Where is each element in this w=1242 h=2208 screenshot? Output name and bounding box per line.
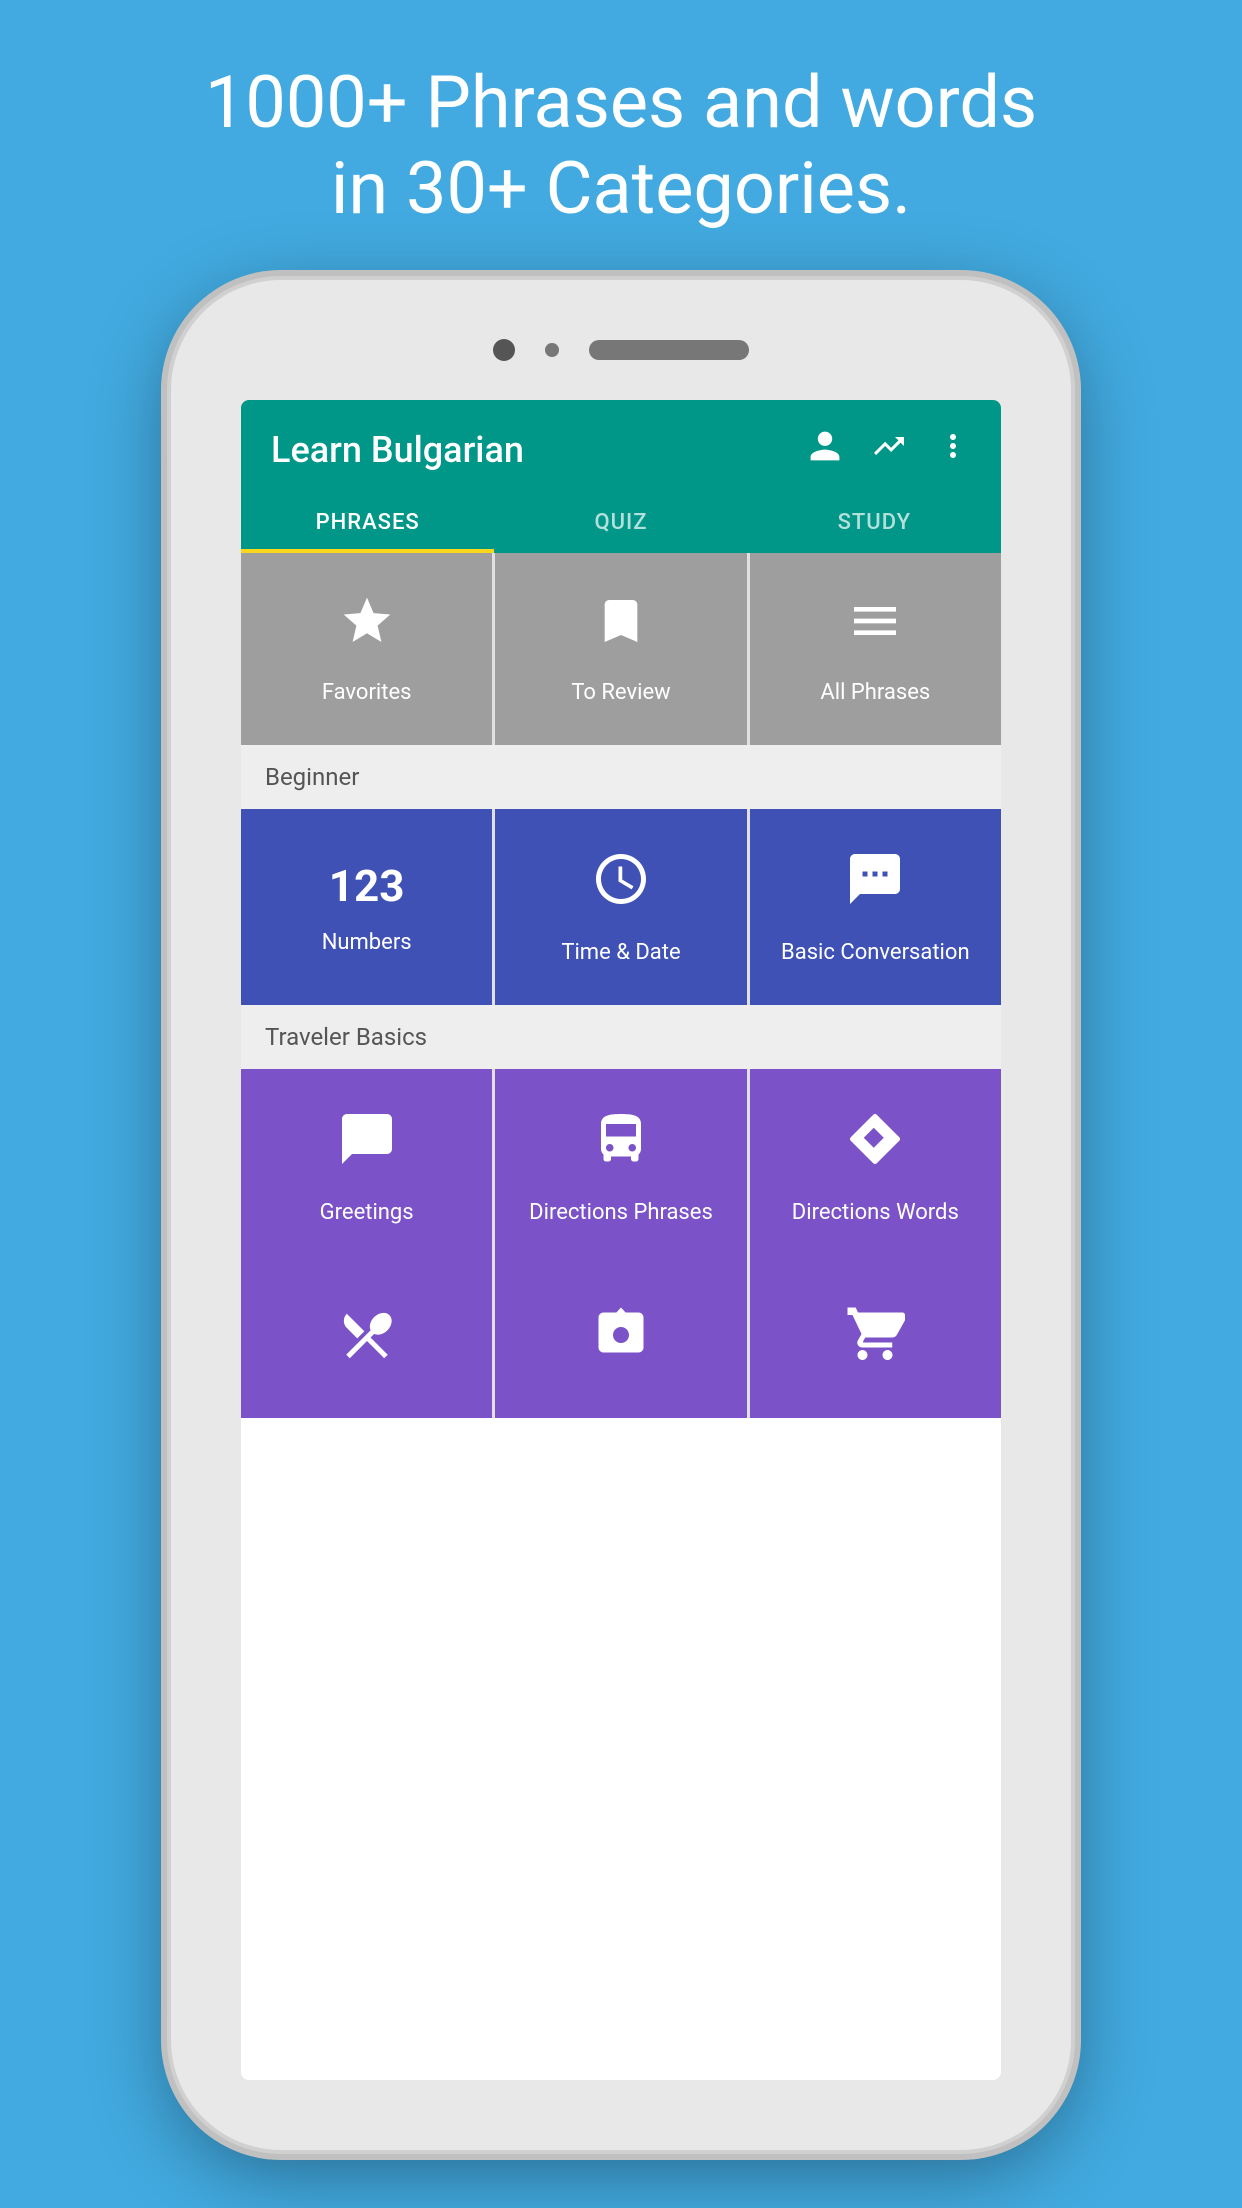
speaker-bar (589, 340, 749, 360)
to-review-cell[interactable]: To Review (495, 553, 746, 745)
time-date-label: Time & Date (561, 940, 680, 965)
food-cell[interactable] (241, 1265, 492, 1418)
beginner-grid: 123 Numbers Time & Date (241, 809, 1001, 1005)
shopping-cell[interactable] (750, 1265, 1001, 1418)
cart-icon (845, 1305, 905, 1378)
menu-icon (847, 593, 903, 662)
section-beginner-header: Beginner (241, 745, 1001, 809)
phone-camera-area (171, 280, 1071, 400)
numbers-cell[interactable]: 123 Numbers (241, 809, 492, 1005)
phone-frame: Learn Bulgarian (171, 280, 1071, 2150)
favorites-cell[interactable]: Favorites (241, 553, 492, 745)
greetings-cell[interactable]: Greetings (241, 1069, 492, 1265)
time-date-cell[interactable]: Time & Date (495, 809, 746, 1005)
top-grid: Favorites To Review (241, 553, 1001, 745)
app-toolbar: Learn Bulgarian (241, 400, 1001, 492)
traveler-grid: Greetings Directions Phrases (241, 1069, 1001, 1265)
bus-icon (591, 1109, 651, 1182)
bookmark-icon (593, 593, 649, 662)
toolbar-icons (807, 428, 971, 472)
favorites-label: Favorites (322, 680, 412, 705)
clock-icon (591, 849, 651, 922)
utensils-icon (337, 1305, 397, 1378)
hero-text: 1000+ Phrases and words in 30+ Categorie… (0, 0, 1242, 273)
star-icon (339, 593, 395, 662)
person-icon[interactable] (807, 428, 843, 472)
hero-line2: in 30+ Categories. (80, 146, 1162, 232)
phone-screen: Learn Bulgarian (241, 400, 1001, 2080)
all-phrases-cell[interactable]: All Phrases (750, 553, 1001, 745)
numbers-icon: 123 (329, 860, 405, 912)
chat-icon (845, 849, 905, 922)
directions-words-label: Directions Words (792, 1200, 959, 1225)
app-content: Favorites To Review (241, 553, 1001, 1418)
basic-conversation-cell[interactable]: Basic Conversation (750, 809, 1001, 1005)
tab-study[interactable]: STUDY (748, 492, 1001, 553)
more-vert-icon[interactable] (935, 428, 971, 472)
to-review-label: To Review (571, 680, 670, 705)
greetings-label: Greetings (320, 1200, 414, 1225)
bottom-grid (241, 1265, 1001, 1418)
direction-sign-icon (845, 1109, 905, 1182)
sensor-dot (545, 343, 559, 357)
trending-up-icon[interactable] (871, 428, 907, 472)
tab-quiz[interactable]: QUIZ (494, 492, 747, 553)
directions-phrases-cell[interactable]: Directions Phrases (495, 1069, 746, 1265)
directions-words-cell[interactable]: Directions Words (750, 1069, 1001, 1265)
app-header: Learn Bulgarian (241, 400, 1001, 553)
app-tabs: PHRASES QUIZ STUDY (241, 492, 1001, 553)
camera-cell[interactable] (495, 1265, 746, 1418)
speech-icon (337, 1109, 397, 1182)
camera-dot (493, 339, 515, 361)
hero-line1: 1000+ Phrases and words (80, 60, 1162, 146)
all-phrases-label: All Phrases (820, 680, 930, 705)
numbers-label: Numbers (322, 930, 412, 955)
camera-icon (591, 1305, 651, 1378)
app-title: Learn Bulgarian (271, 429, 524, 471)
directions-phrases-label: Directions Phrases (529, 1200, 713, 1225)
section-traveler-header: Traveler Basics (241, 1005, 1001, 1069)
tab-phrases[interactable]: PHRASES (241, 492, 494, 553)
basic-conversation-label: Basic Conversation (781, 940, 970, 965)
